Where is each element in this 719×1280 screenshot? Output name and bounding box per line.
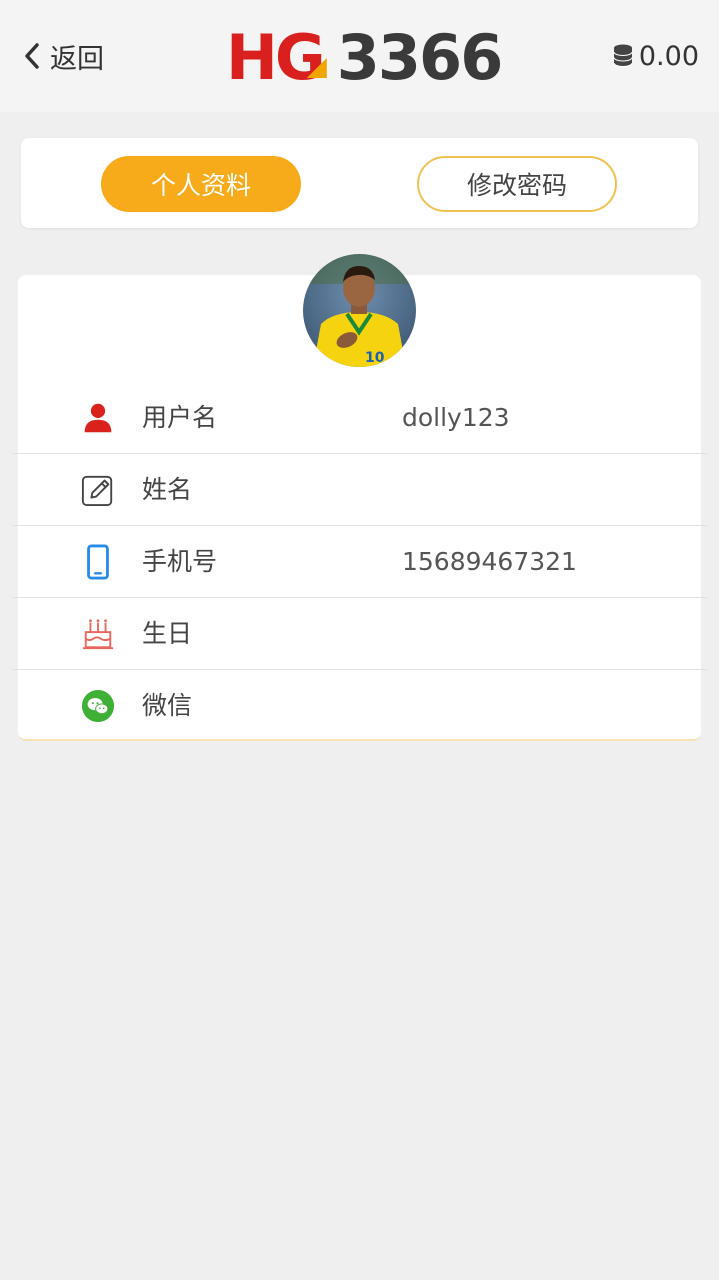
row-label-wechat: 微信	[142, 691, 193, 720]
profile-row-wechat[interactable]: 微信	[12, 670, 707, 742]
user-icon	[80, 400, 116, 436]
logo-hg: HG	[226, 27, 327, 89]
profile-row-phone[interactable]: 手机号 15689467321	[12, 526, 707, 598]
row-value-username: dolly123	[402, 403, 510, 432]
brand-logo: HG 3366	[226, 21, 504, 94]
profile-row-username: 用户名 dolly123	[12, 382, 707, 454]
row-label-username: 用户名	[142, 403, 218, 432]
row-label-name: 姓名	[142, 475, 193, 504]
chevron-left-icon	[25, 43, 39, 69]
tab-change-password[interactable]: 修改密码	[417, 156, 617, 212]
wechat-icon	[80, 688, 116, 724]
tab-personal-info[interactable]: 个人资料	[101, 156, 301, 212]
birthday-cake-icon	[80, 616, 116, 652]
logo-hg-text: HG	[226, 21, 326, 94]
coins-icon	[613, 44, 633, 67]
tab-bar: 个人资料 修改密码	[21, 138, 698, 228]
logo-number: 3366	[336, 21, 504, 94]
row-label-birthday: 生日	[142, 619, 193, 648]
profile-row-name[interactable]: 姓名	[12, 454, 707, 526]
profile-row-birthday[interactable]: 生日	[12, 598, 707, 670]
top-bar: 返回 HG 3366 0.00	[0, 0, 719, 112]
edit-icon	[80, 472, 116, 508]
balance-amount: 0.00	[638, 40, 699, 72]
balance-display: 0.00	[613, 36, 699, 76]
avatar[interactable]: 10	[303, 254, 416, 367]
back-button[interactable]: 返回	[22, 36, 104, 76]
back-label: 返回	[50, 43, 104, 75]
row-value-phone: 15689467321	[402, 547, 577, 576]
phone-icon	[80, 544, 116, 580]
user-avatar-photo: 10	[303, 254, 416, 367]
row-label-phone: 手机号	[142, 547, 218, 576]
